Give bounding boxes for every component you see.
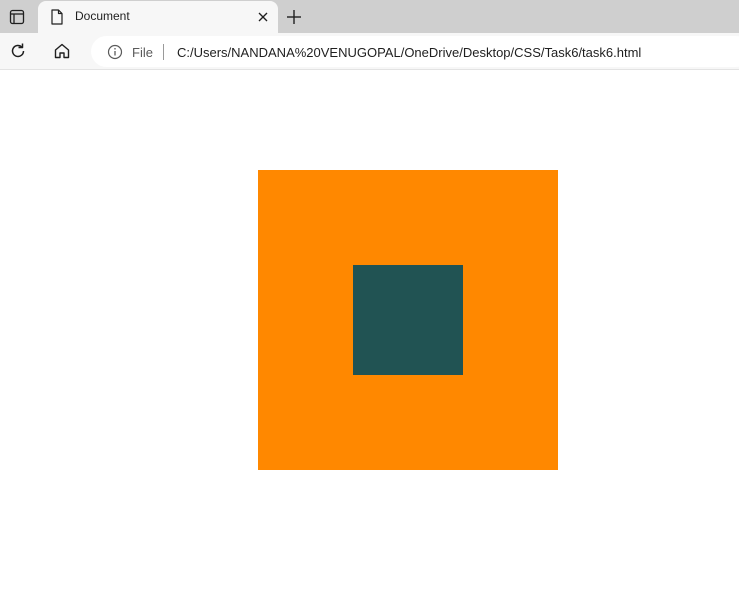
refresh-icon[interactable] bbox=[8, 41, 28, 61]
close-icon[interactable] bbox=[256, 10, 270, 24]
info-icon[interactable] bbox=[107, 44, 123, 60]
url-text[interactable]: C:/Users/NANDANA%20VENUGOPAL/OneDrive/De… bbox=[177, 45, 641, 60]
document-icon bbox=[51, 9, 63, 25]
address-bar[interactable]: File C:/Users/NANDANA%20VENUGOPAL/OneDri… bbox=[91, 36, 739, 67]
tab-title: Document bbox=[75, 9, 130, 23]
navigation-toolbar: File C:/Users/NANDANA%20VENUGOPAL/OneDri… bbox=[0, 33, 739, 70]
tab-document[interactable]: Document bbox=[38, 1, 278, 33]
scheme-label: File bbox=[132, 45, 153, 60]
plus-icon[interactable] bbox=[284, 7, 304, 27]
outer-box bbox=[258, 170, 558, 470]
tab-strip: Document bbox=[0, 0, 739, 33]
tab-actions-icon bbox=[9, 9, 24, 24]
inner-box bbox=[353, 265, 463, 375]
tab-actions-button[interactable] bbox=[0, 0, 33, 33]
page-viewport bbox=[0, 70, 739, 608]
home-icon[interactable] bbox=[52, 41, 72, 61]
address-divider bbox=[163, 44, 164, 60]
